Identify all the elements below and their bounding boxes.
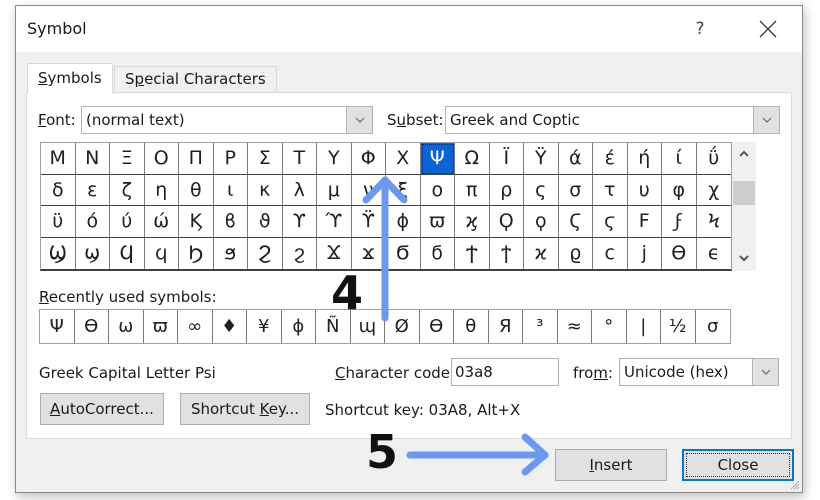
- arrow-up-to-psi: [362, 176, 408, 322]
- tab-symbols[interactable]: Symbols: [27, 63, 113, 94]
- arrow-to-insert: [406, 433, 549, 476]
- annotation-arrows: [362, 176, 549, 476]
